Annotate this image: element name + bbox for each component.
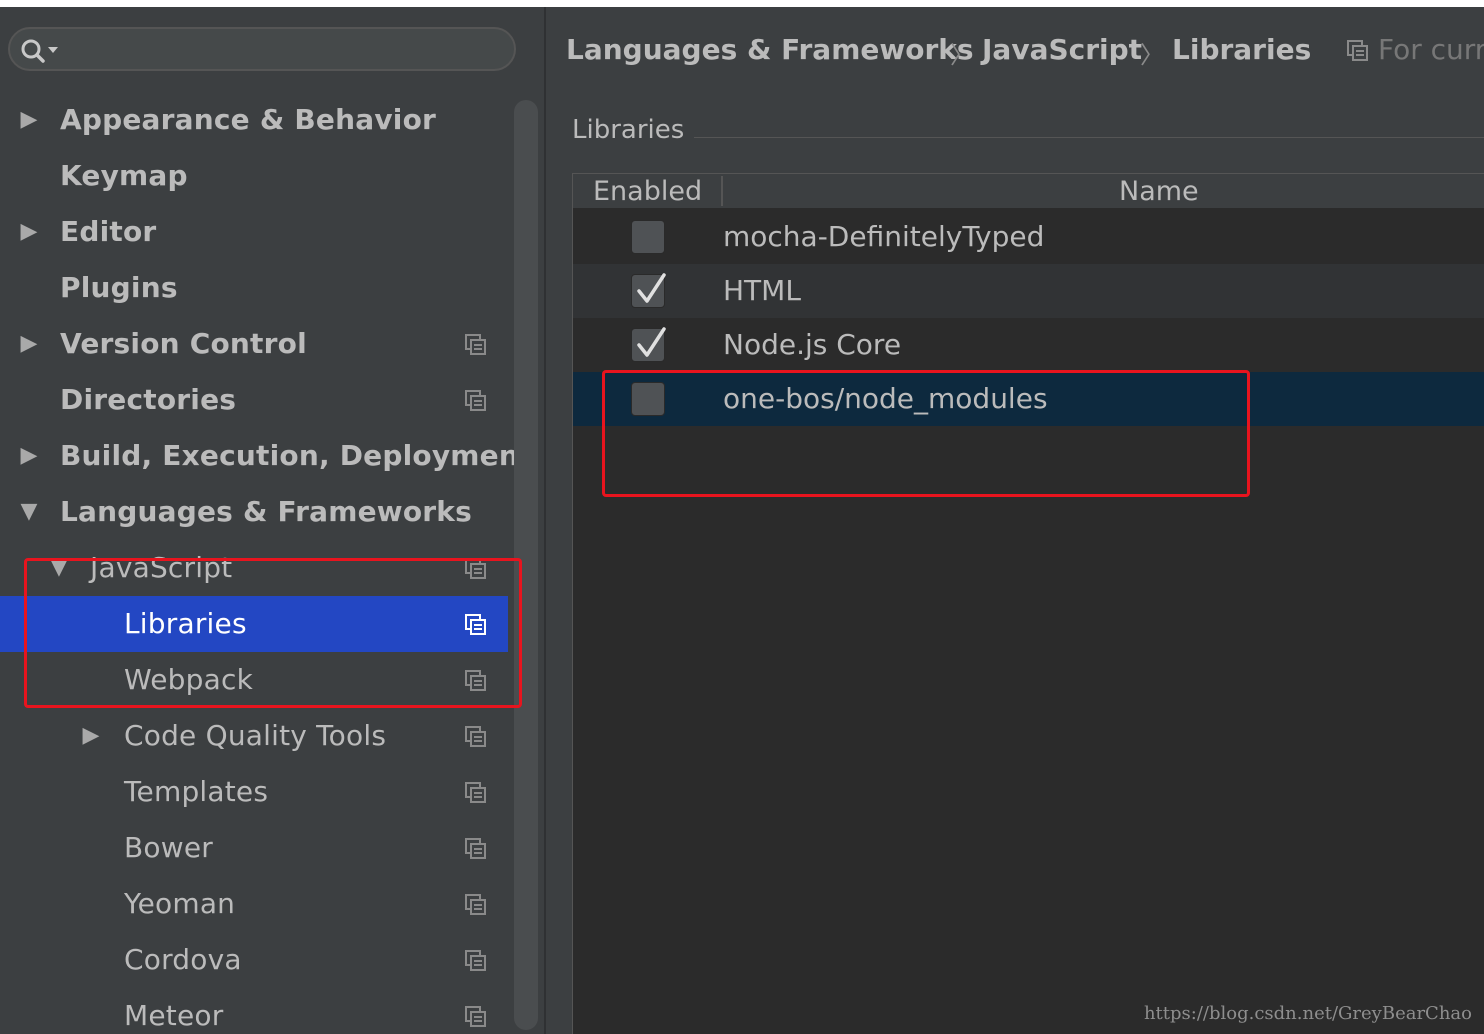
expand-right-arrow-icon[interactable]: ▶ <box>16 204 42 260</box>
column-header-name[interactable]: Name <box>1119 174 1199 208</box>
sidebar-item-version-control[interactable]: ▶ Version Control <box>0 316 508 372</box>
sidebar-item-appearance-behavior[interactable]: ▶ Appearance & Behavior <box>0 92 508 148</box>
settings-content: Languages & Frameworks 〉 JavaScript 〉 Li… <box>546 7 1484 1034</box>
column-header-enabled[interactable]: Enabled <box>593 174 702 208</box>
project-scope-icon <box>465 390 486 411</box>
libraries-table: Enabled Name mocha-DefinitelyTyped HTML No… <box>572 173 1484 1034</box>
sidebar-item-label: Version Control <box>60 327 307 360</box>
breadcrumb-item-libraries: Libraries <box>1172 33 1312 66</box>
sidebar-item-label: Cordova <box>124 943 242 976</box>
sidebar-item-code-quality-tools[interactable]: ▶ Code Quality Tools <box>0 708 508 764</box>
sidebar-item-label: Meteor <box>124 999 224 1032</box>
enabled-checkbox[interactable] <box>631 273 666 308</box>
expand-down-arrow-icon[interactable]: ▼ <box>16 484 42 540</box>
sidebar-item-languages-frameworks[interactable]: ▼ Languages & Frameworks <box>0 484 508 540</box>
breadcrumb-separator: 〉 <box>950 41 974 69</box>
sidebar-item-label: Languages & Frameworks <box>60 495 472 528</box>
sidebar-item-templates[interactable]: Templates <box>0 764 508 820</box>
expand-right-arrow-icon[interactable]: ▶ <box>16 92 42 148</box>
breadcrumb-item-javascript: JavaScript <box>982 33 1143 66</box>
sidebar-item-label: Directories <box>60 383 237 416</box>
enabled-checkbox[interactable] <box>631 327 666 362</box>
project-scope-icon <box>465 782 486 803</box>
sidebar-item-label: Appearance & Behavior <box>60 103 437 136</box>
scope-label: For curr <box>1378 33 1484 66</box>
table-header: Enabled Name <box>573 174 1484 210</box>
search-icon <box>21 39 58 63</box>
sidebar-item-editor[interactable]: ▶ Editor <box>0 204 508 260</box>
annotation-highlight-javascript <box>24 558 522 708</box>
sidebar-item-meteor[interactable]: Meteor <box>0 988 508 1034</box>
library-name: HTML <box>723 274 801 307</box>
window-top-edge <box>0 0 1484 7</box>
expand-right-arrow-icon[interactable]: ▶ <box>16 428 42 484</box>
table-row[interactable]: mocha-DefinitelyTyped <box>573 210 1484 264</box>
breadcrumb-separator: 〉 <box>1140 41 1164 69</box>
sidebar-item-directories[interactable]: Directories <box>0 372 508 428</box>
breadcrumb-item-languages: Languages & Frameworks <box>566 33 974 66</box>
library-name: mocha-DefinitelyTyped <box>723 220 1045 253</box>
sidebar-item-label: Keymap <box>60 159 188 192</box>
sidebar-item-cordova[interactable]: Cordova <box>0 932 508 988</box>
sidebar-item-bower[interactable]: Bower <box>0 820 508 876</box>
project-scope-icon <box>465 726 486 747</box>
sidebar-item-yeoman[interactable]: Yeoman <box>0 876 508 932</box>
annotation-highlight-library <box>602 370 1250 497</box>
project-scope-icon <box>465 334 486 355</box>
watermark: https://blog.csdn.net/GreyBearChao <box>1143 1003 1472 1024</box>
sidebar-item-label: Editor <box>60 215 157 248</box>
library-name: Node.js Core <box>723 328 902 361</box>
column-separator[interactable] <box>721 176 723 206</box>
sidebar-item-label: Plugins <box>60 271 178 304</box>
sidebar-item-build-execution-deployment[interactable]: ▶ Build, Execution, Deployment <box>0 428 532 484</box>
sidebar-item-keymap[interactable]: Keymap <box>0 148 508 204</box>
table-row[interactable]: HTML <box>573 264 1484 318</box>
project-scope-icon <box>465 1006 486 1027</box>
section-divider <box>694 137 1484 138</box>
expand-right-arrow-icon[interactable]: ▶ <box>78 708 104 764</box>
checkmark-icon <box>637 327 666 357</box>
sidebar-item-label: Yeoman <box>124 887 236 920</box>
sidebar-item-label: Bower <box>124 831 213 864</box>
project-scope-icon <box>465 950 486 971</box>
checkmark-icon <box>637 273 666 303</box>
search-field[interactable] <box>8 27 516 71</box>
enabled-checkbox[interactable] <box>631 220 665 254</box>
sidebar-item-label: Build, Execution, Deployment <box>60 439 533 472</box>
settings-sidebar: ▶ Appearance & Behavior Keymap ▶ Editor Plugi… <box>0 7 544 1034</box>
sidebar-item-plugins[interactable]: Plugins <box>0 260 508 316</box>
sidebar-item-label: Templates <box>124 775 269 808</box>
project-scope-icon <box>1347 40 1368 61</box>
project-scope-icon <box>465 838 486 859</box>
table-row[interactable]: Node.js Core <box>573 318 1484 372</box>
project-scope-icon <box>465 894 486 915</box>
sidebar-item-label: Code Quality Tools <box>124 719 387 752</box>
expand-right-arrow-icon[interactable]: ▶ <box>16 316 42 372</box>
section-title: Libraries <box>572 115 685 145</box>
